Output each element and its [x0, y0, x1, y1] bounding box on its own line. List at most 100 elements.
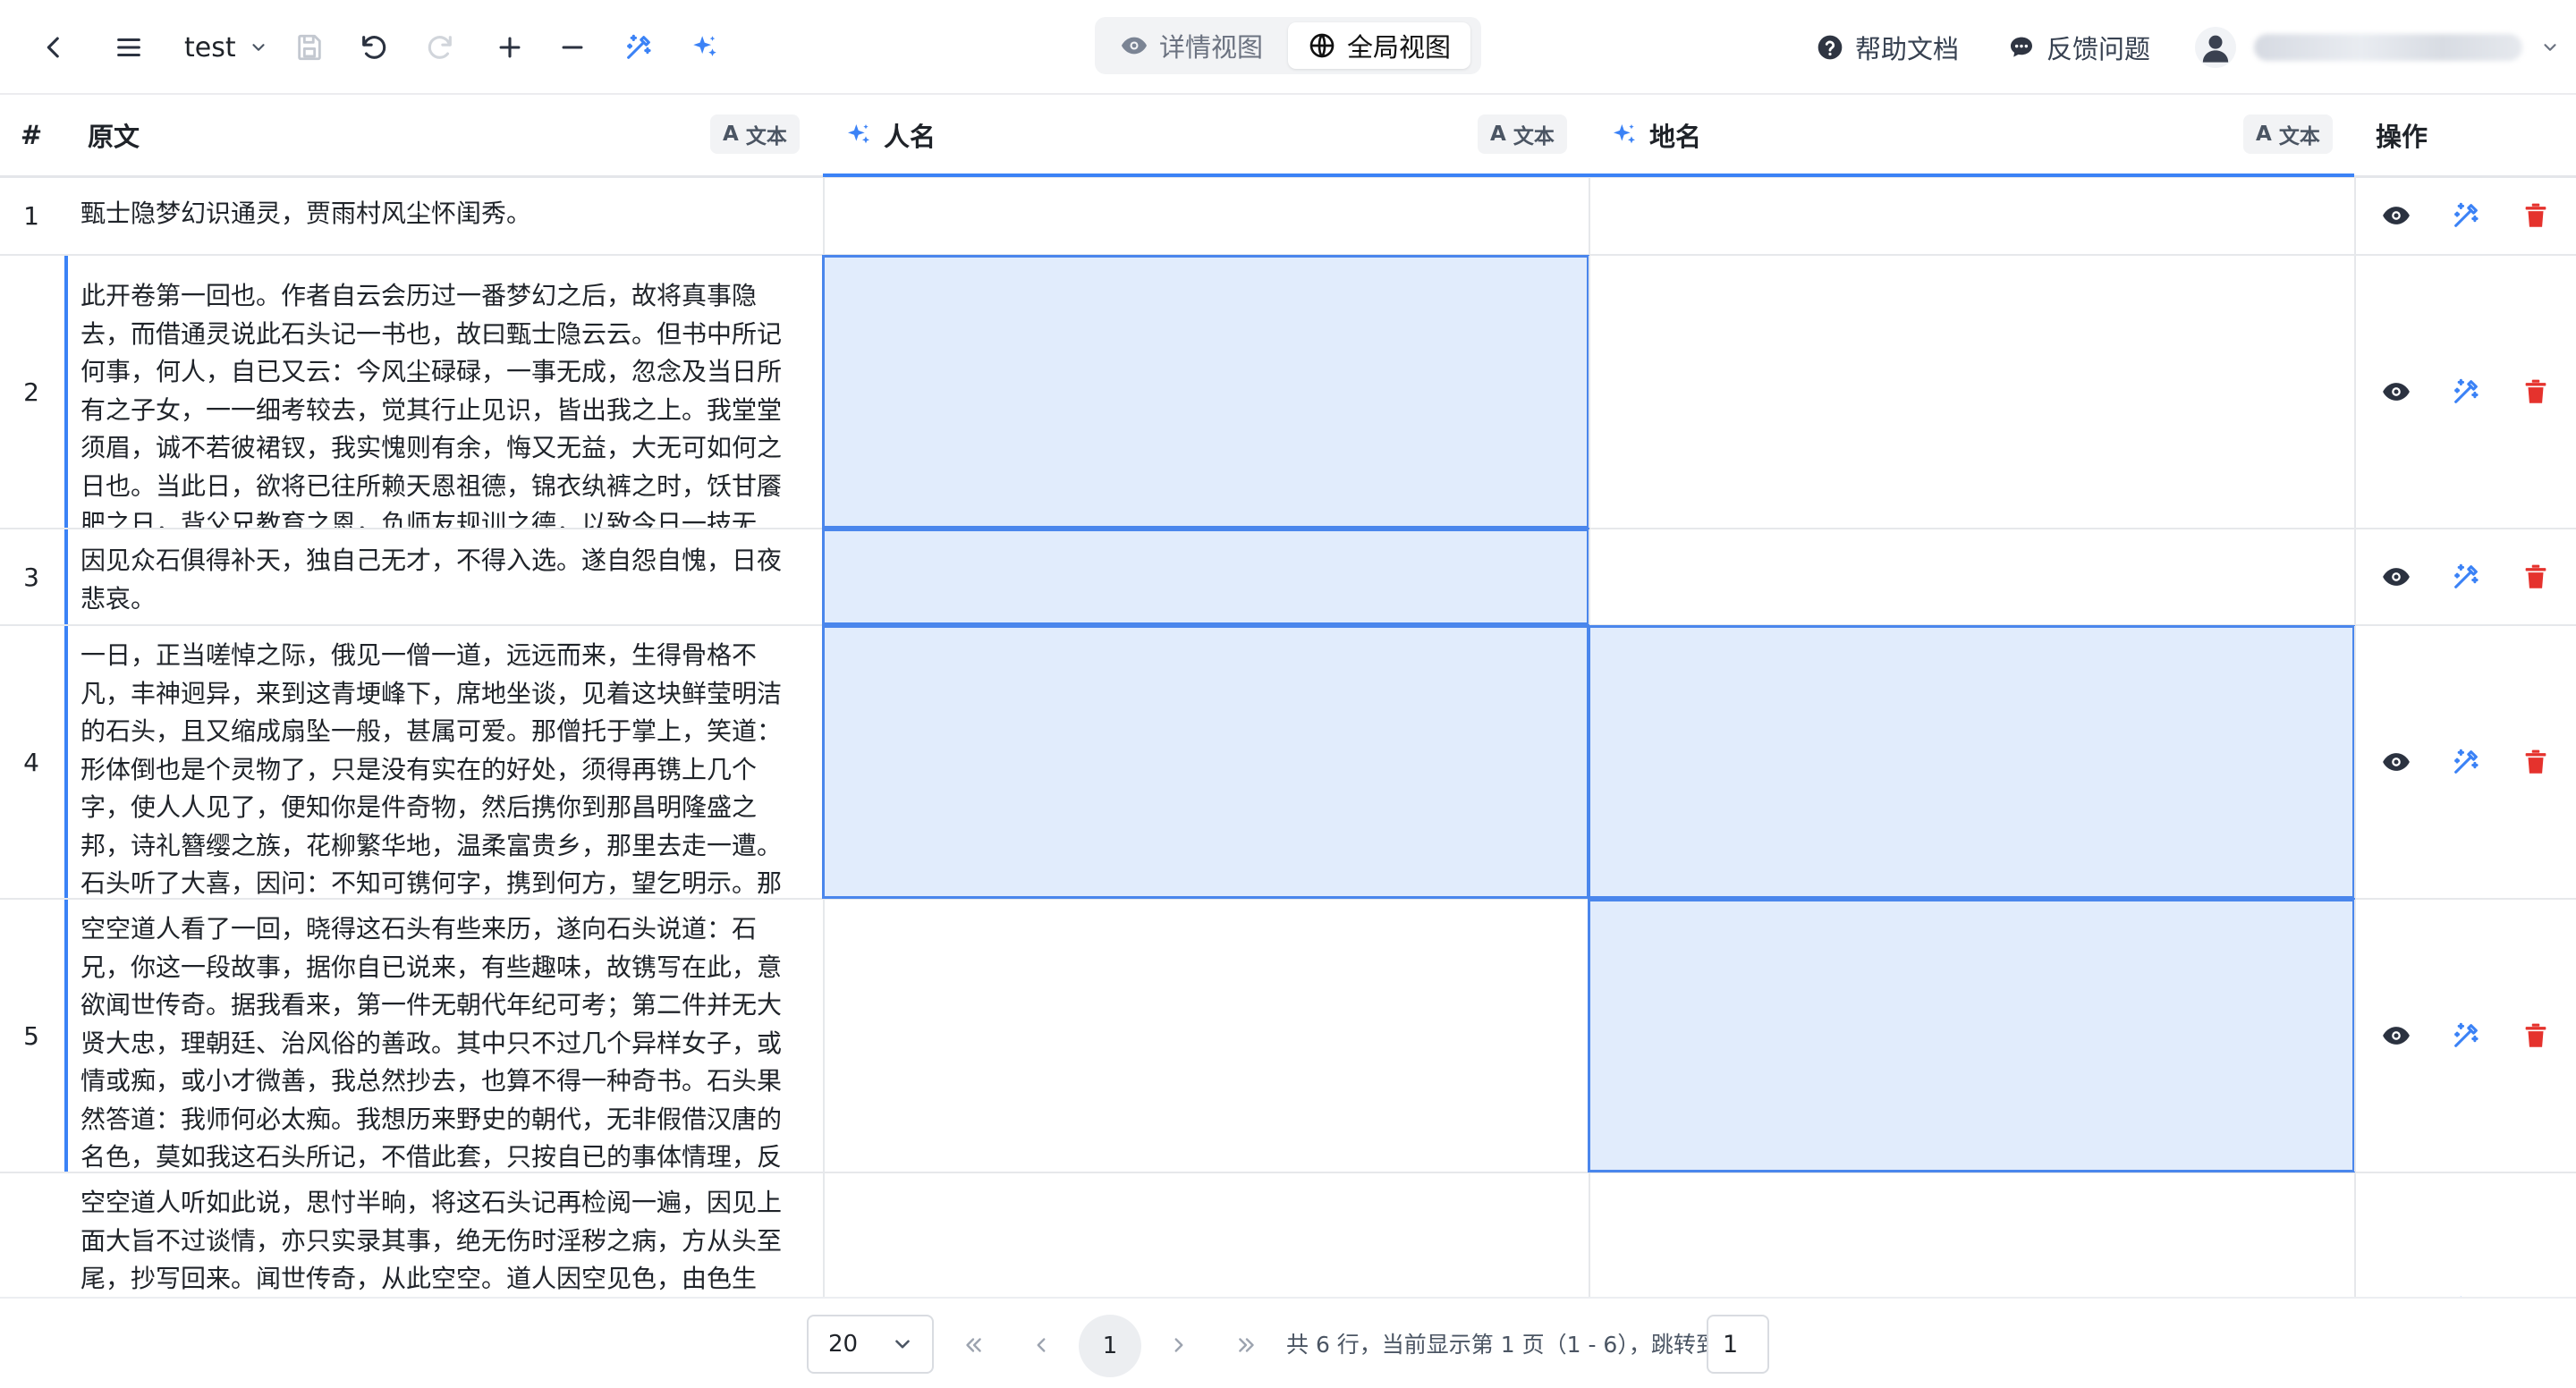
delete-row-button[interactable]: [2521, 747, 2551, 777]
magic-wand-button[interactable]: [614, 22, 664, 72]
source-text-cell[interactable]: 空空道人看了一回，晓得这石头有些来历，遂向石头说道：石兄，你这一段故事，据你自已…: [64, 900, 823, 1172]
add-row-button[interactable]: [485, 22, 535, 72]
minus-icon: [562, 46, 583, 49]
annotate-row-button[interactable]: [2451, 1020, 2481, 1051]
tab-detail-view[interactable]: 详情视图: [1100, 22, 1283, 69]
redo-icon: [428, 36, 452, 59]
double-chevron-left-icon: [966, 1338, 981, 1352]
data-table: # 原文 A 文本 人名 A 文本 地名 A 文本 操作 1 甄士隐梦幻识通灵，…: [0, 95, 2576, 1297]
delete-row-button[interactable]: [2521, 562, 2551, 592]
source-text: 甄士隐梦幻识通灵，贾雨村风尘怀闺秀。: [80, 199, 532, 228]
view-row-button[interactable]: [2381, 562, 2411, 592]
help-docs-link[interactable]: 帮助文档: [1816, 25, 1959, 70]
tab-global-view[interactable]: 全局视图: [1288, 22, 1471, 69]
delete-row-button[interactable]: [2521, 377, 2551, 407]
view-switcher: 详情视图 全局视图: [1095, 17, 1481, 74]
column-header-source[interactable]: 原文: [88, 95, 140, 175]
table-row[interactable]: 4 一日，正当嗟悼之际，俄见一僧一道，远远而来，生得骨格不凡，丰神迥异，来到这青…: [0, 625, 2576, 900]
eye-icon: [2383, 383, 2410, 401]
first-page-button[interactable]: [946, 1318, 1000, 1372]
ai-sparkle-button[interactable]: [680, 22, 730, 72]
view-row-button[interactable]: [2381, 1020, 2411, 1051]
row-actions: [2354, 256, 2576, 528]
annotate-row-button[interactable]: [2451, 747, 2481, 777]
prev-page-button[interactable]: [1014, 1318, 1068, 1372]
column-type-tag-place[interactable]: A 文本: [2243, 114, 2333, 154]
place-cell[interactable]: [1589, 1173, 2354, 1297]
view-row-button[interactable]: [2381, 377, 2411, 407]
person-cell[interactable]: [822, 625, 1589, 899]
table-row[interactable]: 6 空空道人听如此说，思忖半晌，将这石头记再检阅一遍，因见上面大旨不过谈情，亦只…: [0, 1173, 2576, 1297]
row-actions: [2354, 626, 2576, 898]
column-header-person-label: 人名: [884, 122, 936, 152]
feedback-link[interactable]: 反馈问题: [2007, 25, 2150, 70]
column-header-person[interactable]: 人名: [844, 95, 936, 175]
source-text-cell[interactable]: 甄士隐梦幻识通灵，贾雨村风尘怀闺秀。: [64, 177, 823, 254]
table-row[interactable]: 1 甄士隐梦幻识通灵，贾雨村风尘怀闺秀。: [0, 177, 2576, 256]
place-cell[interactable]: [1588, 625, 2355, 899]
menu-button[interactable]: [104, 22, 154, 72]
column-header-place[interactable]: 地名: [1610, 95, 1701, 175]
column-type-tag-source[interactable]: A 文本: [710, 114, 800, 154]
save-icon: [298, 34, 321, 61]
delete-row-button[interactable]: [2521, 1020, 2551, 1051]
person-cell[interactable]: [822, 255, 1589, 529]
source-text-cell[interactable]: 一日，正当嗟悼之际，俄见一僧一道，远远而来，生得骨格不凡，丰神迥异，来到这青埂峰…: [64, 626, 823, 898]
column-header-actions: 操作: [2376, 122, 2428, 152]
source-text-cell[interactable]: 因见众石俱得补天，独自己无才，不得入选。遂自怨自愧，日夜悲哀。: [64, 529, 823, 624]
magic-wand-icon: [2454, 563, 2479, 588]
person-cell[interactable]: [823, 900, 1589, 1172]
column-header-index: #: [20, 120, 43, 150]
table-row[interactable]: 3 因见众石俱得补天，独自己无才，不得入选。遂自怨自愧，日夜悲哀。: [0, 529, 2576, 626]
row-index: 3: [23, 562, 39, 592]
annotate-row-button[interactable]: [2451, 200, 2481, 231]
pagination-info: 共 6 行，当前显示第 1 页（1 - 6），跳转到: [1286, 1332, 1718, 1358]
column-type-tag-person[interactable]: A 文本: [1478, 114, 1567, 154]
trash-icon: [2525, 564, 2546, 588]
eye-icon: [2383, 568, 2410, 586]
remove-row-button[interactable]: [547, 22, 597, 72]
chevron-right-icon: [1174, 1338, 1183, 1352]
view-row-button[interactable]: [2381, 747, 2411, 777]
place-cell[interactable]: [1589, 256, 2354, 528]
column-header-place-label: 地名: [1649, 122, 1702, 152]
project-selector[interactable]: test: [184, 25, 268, 70]
person-cell[interactable]: [823, 177, 1589, 254]
table-row[interactable]: 2 此开卷第一回也。作者自云会历过一番梦幻之后，故将真事隐去，而借通灵说此石头记…: [0, 255, 2576, 529]
undo-button[interactable]: [349, 22, 399, 72]
eye-icon: [2383, 207, 2410, 224]
user-name: ████████████: [2254, 34, 2522, 61]
user-menu[interactable]: ████████████: [2195, 21, 2560, 73]
delete-row-button[interactable]: [2521, 200, 2551, 231]
place-cell[interactable]: [1589, 177, 2354, 254]
back-button[interactable]: [29, 22, 79, 72]
tab-detail-view-label: 详情视图: [1159, 32, 1264, 63]
person-cell[interactable]: [822, 529, 1589, 625]
column-type-label: 文本: [1513, 125, 1555, 148]
last-page-button[interactable]: [1220, 1318, 1274, 1372]
page-size-select[interactable]: 20: [807, 1315, 934, 1374]
pagination: 20 1 共 6 行，当前显示第 1 页（1 - 6），跳转到: [0, 1297, 2576, 1388]
row-actions: [2354, 900, 2576, 1172]
save-button[interactable]: [284, 22, 335, 72]
annotate-row-button[interactable]: [2451, 377, 2481, 407]
annotate-row-button[interactable]: [2451, 562, 2481, 592]
table-row[interactable]: 5 空空道人看了一回，晓得这石头有些来历，遂向石头说道：石兄，你这一段故事，据你…: [0, 899, 2576, 1173]
source-text: 一日，正当嗟悼之际，俄见一僧一道，远远而来，生得骨格不凡，丰神迥异，来到这青埂峰…: [80, 640, 783, 898]
chevron-down-icon: [2544, 44, 2556, 51]
next-page-button[interactable]: [1152, 1318, 1206, 1372]
source-text-cell[interactable]: 空空道人听如此说，思忖半晌，将这石头记再检阅一遍，因见上面大旨不过谈情，亦只实录…: [64, 1173, 823, 1297]
place-cell[interactable]: [1589, 529, 2354, 624]
magic-wand-icon: [2454, 202, 2479, 227]
trash-icon: [2525, 749, 2546, 774]
view-row-button[interactable]: [2381, 200, 2411, 231]
sparkle-icon: [693, 36, 716, 56]
redo-button[interactable]: [415, 22, 465, 72]
sparkle-icon: [848, 124, 869, 144]
chevron-down-icon: [252, 44, 265, 51]
place-cell[interactable]: [1588, 899, 2355, 1172]
jump-to-page-input[interactable]: [1707, 1315, 1769, 1374]
source-text-cell[interactable]: 此开卷第一回也。作者自云会历过一番梦幻之后，故将真事隐去，而借通灵说此石头记一书…: [64, 256, 823, 528]
current-page[interactable]: 1: [1079, 1315, 1141, 1377]
person-cell[interactable]: [823, 1173, 1589, 1297]
